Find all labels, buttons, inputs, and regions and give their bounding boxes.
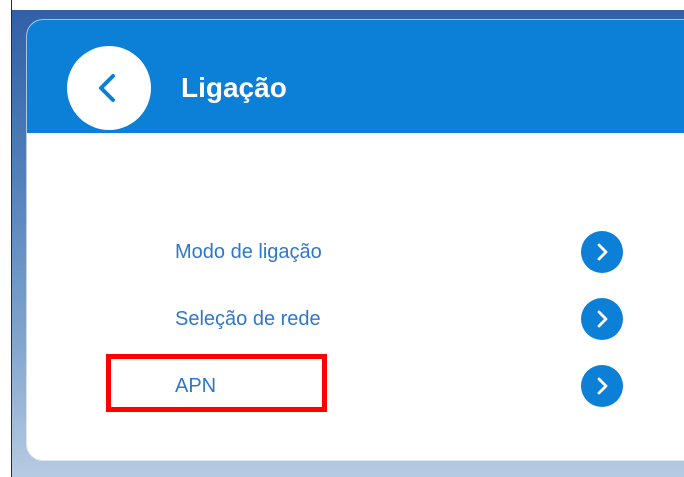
menu-item-label: Modo de ligação [175,241,322,263]
card-header: Ligação [27,20,684,133]
chevron-right-button[interactable] [581,231,623,273]
page-title: Ligação [181,72,287,103]
chevron-right-icon [597,243,608,261]
chevron-right-button[interactable] [581,365,623,407]
back-button[interactable] [67,46,151,130]
chevron-right-icon [597,310,608,328]
window-left-frame [0,0,12,477]
highlight-box [106,354,327,412]
window-top-strip [12,0,684,10]
menu-item-network-selection[interactable]: Seleção de rede [175,295,625,343]
menu-item-connection-mode[interactable]: Modo de ligação [175,228,625,276]
chevron-right-icon [597,377,608,395]
chevron-right-button[interactable] [581,298,623,340]
chevron-left-icon [99,74,115,102]
menu-item-label: Seleção de rede [175,308,321,330]
